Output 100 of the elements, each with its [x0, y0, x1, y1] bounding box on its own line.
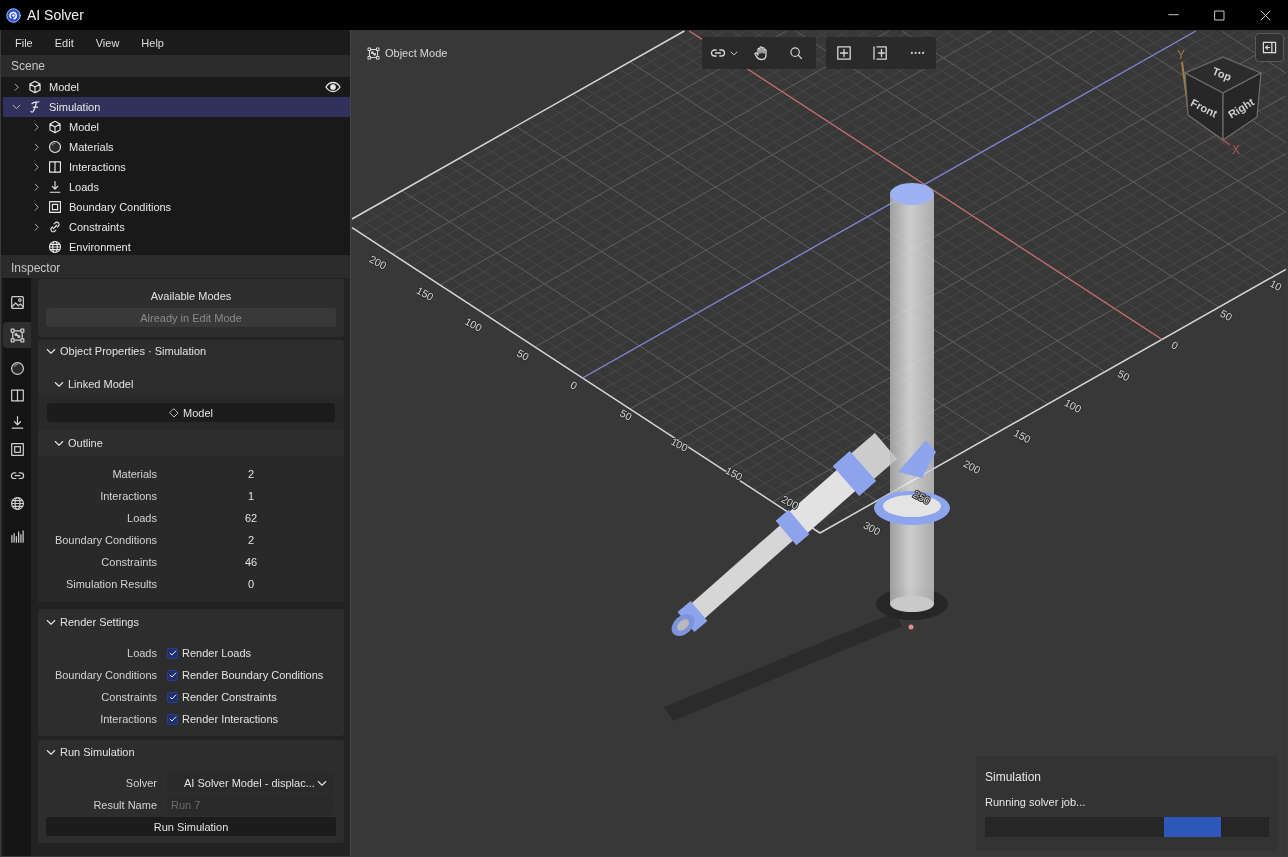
image-icon — [9, 294, 25, 310]
chevron-right-icon[interactable] — [12, 82, 20, 92]
menu-item[interactable]: Help — [130, 31, 175, 54]
property-value: 46 — [244, 556, 258, 568]
checkbox-label[interactable]: Render Boundary Conditions — [182, 669, 324, 681]
chevron-right-icon[interactable] — [32, 122, 40, 132]
property-value: 1 — [247, 490, 255, 502]
property-label: Boundary Conditions — [54, 534, 157, 546]
sphere-icon — [9, 360, 25, 376]
tree-item[interactable]: Interactions — [3, 157, 350, 177]
split-panel-icon — [48, 160, 62, 174]
chevron-right-icon[interactable] — [32, 182, 40, 192]
axis-label: Y — [1177, 48, 1185, 62]
nested-square-icon — [9, 441, 25, 457]
cube-face-label: Top — [1210, 64, 1234, 84]
cube-icon — [48, 120, 62, 134]
axis-tick-label: 200 — [961, 457, 983, 476]
search-icon[interactable] — [789, 46, 803, 60]
axis-tick-label: 150 — [1011, 426, 1033, 446]
tree-item[interactable]: Model — [3, 117, 350, 137]
eye-icon[interactable] — [325, 82, 341, 92]
property-label: Loads — [126, 647, 157, 659]
section-header[interactable]: Outline — [38, 430, 103, 456]
caret-icon — [317, 778, 327, 788]
frame-crosshair-icon[interactable] — [836, 45, 852, 61]
panel-title: Scene — [11, 59, 46, 73]
axis-tick-label: 200 — [779, 492, 801, 512]
minimize-icon[interactable] — [1167, 14, 1179, 16]
tree-item[interactable]: Model — [3, 77, 350, 97]
menu-item[interactable]: Edit — [43, 31, 85, 54]
axis-tick-label: 50 — [515, 346, 532, 363]
axis-tick-label: 50 — [618, 406, 635, 423]
checkbox[interactable] — [167, 647, 178, 659]
hand-icon[interactable] — [753, 45, 769, 61]
tree-item[interactable]: Constraints — [3, 217, 350, 237]
maximize-icon[interactable] — [1213, 9, 1225, 21]
axis-tick-label: 250 — [911, 487, 933, 507]
section-header[interactable]: Run Simulation — [38, 740, 135, 764]
checkbox[interactable] — [167, 691, 178, 703]
menu-item[interactable]: View — [84, 31, 131, 54]
menu-item[interactable]: File — [4, 31, 44, 54]
more-icon[interactable] — [910, 51, 925, 55]
property-label: Interactions — [99, 713, 157, 725]
bars-icon — [9, 528, 25, 544]
globe-icon — [48, 240, 62, 254]
section-header[interactable]: Render Settings — [38, 609, 139, 635]
panel-title: Simulation — [985, 770, 1042, 784]
tree-item[interactable]: Simulation — [3, 97, 350, 117]
chevron-right-icon[interactable] — [32, 142, 40, 152]
section-header[interactable]: Object Properties · Simulation — [38, 340, 207, 362]
chevron-right-icon[interactable] — [32, 162, 40, 172]
frame-split-icon[interactable] — [872, 45, 888, 61]
cube-icon — [28, 80, 42, 94]
panel-toggle-button[interactable] — [1255, 33, 1284, 62]
window-title: AI Solver — [27, 7, 84, 23]
checkbox[interactable] — [167, 669, 178, 681]
checkbox-label[interactable]: Render Loads — [182, 647, 252, 659]
axis-tick-label: 10 — [1268, 276, 1284, 294]
tree-item[interactable]: Loads — [3, 177, 350, 197]
axis-tick-label: 100 — [462, 314, 485, 334]
diamond-icon — [169, 407, 179, 418]
result-name-field[interactable]: Run 7 — [167, 795, 333, 815]
axis-tick-label: 100 — [1062, 396, 1084, 415]
check-icon — [168, 671, 177, 679]
solver-dropdown[interactable]: AI Solver Model - displac... — [167, 773, 333, 793]
property-value: 2 — [247, 534, 255, 546]
checkbox[interactable] — [167, 713, 178, 725]
chevron-right-icon[interactable] — [32, 202, 40, 212]
checkbox-label[interactable]: Render Constraints — [182, 691, 277, 703]
tree-item[interactable]: Boundary Conditions — [3, 197, 350, 217]
transform-frame-icon — [367, 46, 380, 60]
section-header[interactable]: Linked Model — [38, 373, 134, 395]
property-label: Simulation Results — [65, 578, 157, 590]
mode-selector[interactable]: Object Mode — [367, 46, 448, 60]
caret-icon[interactable] — [730, 49, 738, 57]
axis-tick-label: 50 — [1115, 367, 1132, 384]
chevron-right-icon[interactable] — [32, 222, 40, 232]
linked-model-button[interactable]: Model — [47, 403, 335, 422]
side-tab[interactable] — [3, 322, 31, 348]
transform-frame-icon — [9, 327, 25, 343]
tree-item[interactable]: Environment — [3, 237, 350, 255]
panel-toggle-icon — [1262, 40, 1277, 55]
view-cube[interactable] — [1183, 56, 1263, 142]
property-label: Constraints — [100, 691, 157, 703]
checkbox-label[interactable]: Render Interactions — [182, 713, 278, 725]
chevron-down-icon[interactable] — [11, 103, 21, 111]
function-icon — [28, 100, 42, 114]
axis-tick-label: 100 — [668, 434, 691, 454]
section-title: Available Modes — [150, 289, 232, 303]
close-icon[interactable] — [1259, 9, 1271, 21]
property-label: Interactions — [100, 490, 157, 502]
axis-tick-label: 150 — [723, 463, 745, 483]
field-label: Solver — [125, 777, 157, 789]
panel-title: Inspector — [11, 260, 61, 275]
property-label: Materials — [112, 468, 157, 480]
run-simulation-button[interactable]: Run Simulation — [46, 817, 336, 836]
link-icon[interactable] — [710, 48, 726, 58]
tree-item[interactable]: Materials — [3, 137, 350, 157]
field-label: Result Name — [93, 799, 157, 811]
axis-label: X — [1232, 143, 1240, 157]
